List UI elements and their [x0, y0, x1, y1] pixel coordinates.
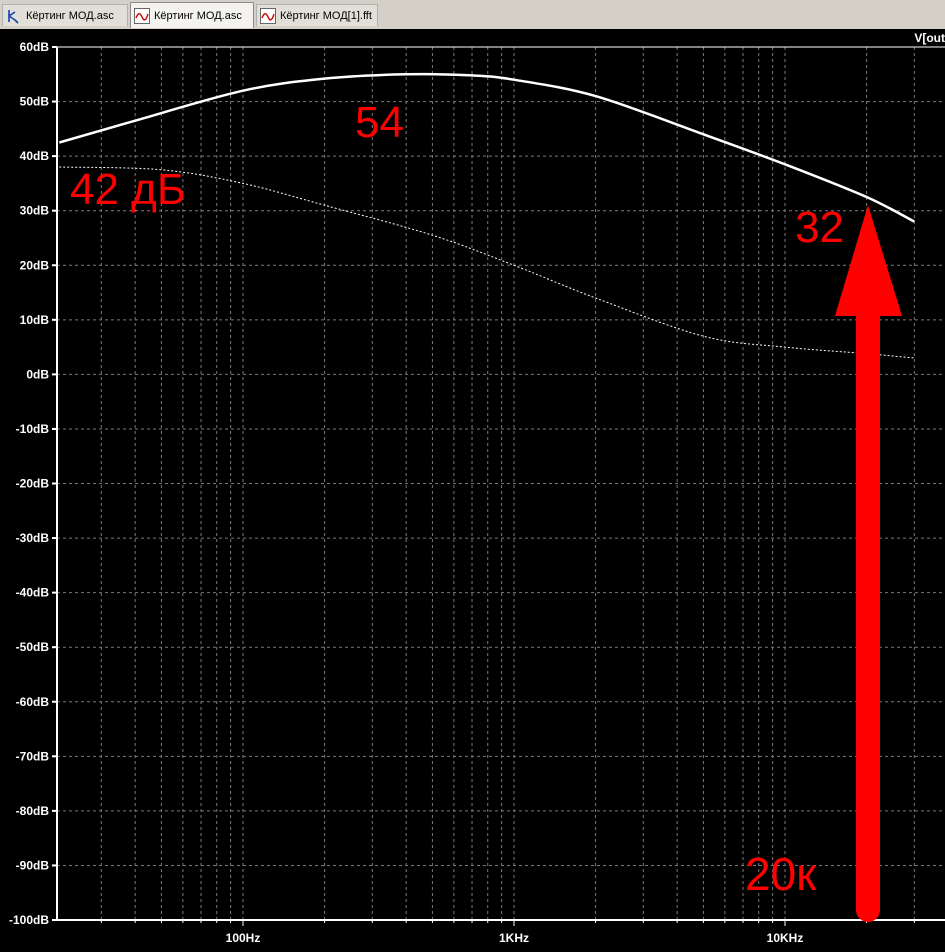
y-tick-label: -30dB: [16, 531, 50, 545]
y-tick-label: 10dB: [20, 313, 50, 327]
y-tick-label: -20dB: [16, 477, 50, 491]
annotation-low-start: 42 дБ: [70, 165, 186, 214]
x-tick-label: 100Hz: [226, 931, 261, 945]
annotation-freq-20k: 20к: [745, 848, 817, 900]
y-tick-label: 30dB: [20, 204, 50, 218]
plot-grid: [57, 46, 945, 921]
y-tick-label: -60dB: [16, 695, 50, 709]
bode-plot[interactable]: 60dB 50dB 40dB 30dB 20dB 10dB 0dB -10dB -20dB -30…: [0, 0, 945, 952]
y-tick-label: -10dB: [16, 422, 50, 436]
y-tick-label: 0dB: [26, 367, 49, 381]
y-tick-label: -50dB: [16, 640, 50, 654]
x-tick-label: 10KHz: [767, 931, 804, 945]
y-tick-label: 50dB: [20, 95, 50, 109]
plot-series: [58, 72, 915, 359]
annotation-peak: 54: [355, 98, 404, 147]
y-tick-label: 40dB: [20, 149, 50, 163]
y-tick-label: -90dB: [16, 858, 50, 872]
x-tick-label: 1KHz: [499, 931, 529, 945]
y-tick-label: 20dB: [20, 258, 50, 272]
series-line-dotted: [59, 166, 915, 359]
y-tick-label: 60dB: [20, 40, 50, 54]
y-tick-label: -70dB: [16, 749, 50, 763]
series-line-solid: [58, 72, 915, 223]
y-tick-label: -80dB: [16, 804, 50, 818]
plot-annotations: 54 42 дБ 32 20к: [70, 98, 902, 922]
y-tick-label: -100dB: [9, 913, 49, 927]
annotation-at-20k: 32: [795, 203, 844, 252]
y-tick-label: -40dB: [16, 586, 50, 600]
